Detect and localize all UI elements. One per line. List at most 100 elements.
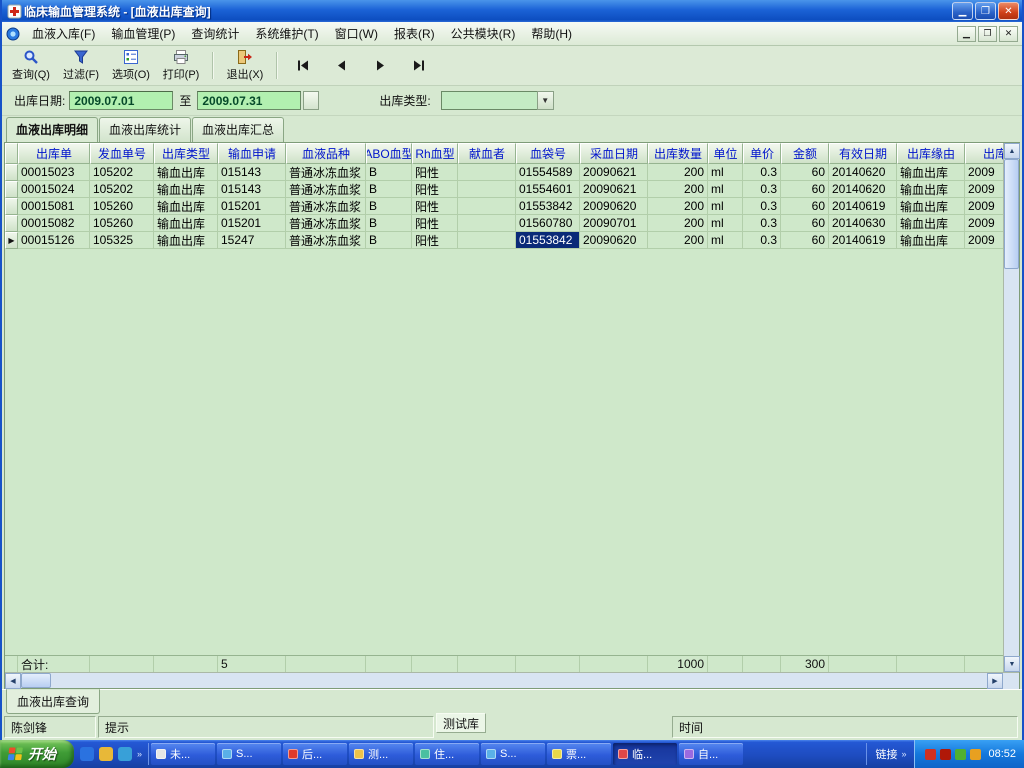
column-header-16[interactable]: 出库 — [965, 143, 1003, 164]
options-button[interactable]: 选项(O) — [106, 48, 156, 83]
taskbar-task-8[interactable]: 自... — [679, 743, 744, 765]
menu-item-5[interactable]: 报表(R) — [386, 22, 443, 45]
cell[interactable]: 200 — [648, 164, 708, 181]
taskbar-task-5[interactable]: S... — [481, 743, 546, 765]
table-row[interactable]: ▶ 00015126 105325 输血出库 15247 普通冰冻血浆 B 阳性 0155384… — [5, 232, 1003, 249]
child-close-button[interactable]: ✕ — [999, 25, 1018, 42]
cell[interactable]: 20090620 — [580, 232, 648, 249]
cell[interactable]: 阳性 — [412, 181, 458, 198]
cell[interactable]: 普通冰冻血浆 — [286, 215, 366, 232]
cell[interactable]: 105260 — [90, 215, 154, 232]
links-toolbar[interactable]: 链接 » — [866, 743, 914, 765]
outbound-type-combobox[interactable]: ▼ — [440, 91, 554, 110]
cell[interactable]: 2009 — [965, 164, 1003, 181]
date-to-input[interactable] — [197, 91, 302, 110]
column-header-15[interactable]: 出库缘由 — [897, 143, 965, 164]
cell[interactable]: 输血出库 — [154, 215, 218, 232]
child-restore-button[interactable]: ❐ — [978, 25, 997, 42]
cell[interactable]: 00015024 — [18, 181, 90, 198]
close-button[interactable]: ✕ — [998, 2, 1019, 20]
cell[interactable]: 60 — [781, 232, 829, 249]
start-button[interactable]: 开始 — [0, 740, 74, 768]
cell[interactable]: B — [366, 215, 412, 232]
cell[interactable]: 20140619 — [829, 232, 897, 249]
cell[interactable]: 200 — [648, 232, 708, 249]
taskbar-task-3[interactable]: 测... — [349, 743, 414, 765]
cell[interactable]: 00015126 — [18, 232, 90, 249]
cell[interactable] — [458, 181, 516, 198]
cell[interactable]: 60 — [781, 215, 829, 232]
cell[interactable]: 01553842 — [516, 198, 580, 215]
cell[interactable]: 普通冰冻血浆 — [286, 232, 366, 249]
column-header-2[interactable]: 出库类型 — [154, 143, 218, 164]
cell[interactable]: 015201 — [218, 198, 286, 215]
minimize-button[interactable]: ▁ — [952, 2, 973, 20]
cell[interactable]: 20140630 — [829, 215, 897, 232]
cell[interactable]: 输血出库 — [154, 181, 218, 198]
cell[interactable]: 200 — [648, 215, 708, 232]
taskbar-task-1[interactable]: S... — [217, 743, 282, 765]
cell[interactable]: 0.3 — [743, 232, 781, 249]
taskbar-task-4[interactable]: 住... — [415, 743, 480, 765]
table-row[interactable]: 00015023 105202 输血出库 015143 普通冰冻血浆 B 阳性 0155458… — [5, 164, 1003, 181]
tray-icon-4[interactable] — [970, 748, 982, 760]
cell[interactable]: 01554589 — [516, 164, 580, 181]
column-header-0[interactable]: 出库单 — [18, 143, 90, 164]
menu-item-1[interactable]: 输血管理(P) — [103, 22, 183, 45]
cell[interactable]: 00015081 — [18, 198, 90, 215]
cell[interactable]: 200 — [648, 198, 708, 215]
menu-item-3[interactable]: 系统维护(T) — [247, 22, 326, 45]
cell[interactable]: 阳性 — [412, 232, 458, 249]
taskbar-task-2[interactable]: 后... — [283, 743, 348, 765]
column-header-5[interactable]: ABO血型 — [366, 143, 412, 164]
column-header-12[interactable]: 单价 — [743, 143, 781, 164]
menu-item-7[interactable]: 帮助(H) — [523, 22, 580, 45]
cell[interactable]: 105202 — [90, 164, 154, 181]
cell[interactable]: 阳性 — [412, 164, 458, 181]
cell[interactable]: 015201 — [218, 215, 286, 232]
restore-button[interactable]: ❐ — [975, 2, 996, 20]
quick-launch-icon-1[interactable] — [80, 747, 94, 761]
cell[interactable]: 20090620 — [580, 198, 648, 215]
column-header-9[interactable]: 采血日期 — [580, 143, 648, 164]
cell[interactable] — [458, 164, 516, 181]
cell[interactable]: 2009 — [965, 232, 1003, 249]
cell[interactable]: 20140620 — [829, 164, 897, 181]
cell[interactable]: 0.3 — [743, 181, 781, 198]
cell[interactable]: 阳性 — [412, 198, 458, 215]
table-row[interactable]: 00015082 105260 输血出库 015201 普通冰冻血浆 B 阳性 0156078… — [5, 215, 1003, 232]
cell[interactable]: 普通冰冻血浆 — [286, 181, 366, 198]
cell[interactable]: 60 — [781, 198, 829, 215]
cell[interactable]: B — [366, 232, 412, 249]
cell[interactable]: 60 — [781, 181, 829, 198]
cell[interactable]: 15247 — [218, 232, 286, 249]
cell[interactable]: 输血出库 — [897, 181, 965, 198]
row-indicator[interactable] — [5, 198, 18, 215]
cell[interactable]: 01560780 — [516, 215, 580, 232]
cell[interactable]: 00015082 — [18, 215, 90, 232]
tab-0[interactable]: 血液出库明细 — [6, 117, 99, 142]
cell[interactable]: 20090621 — [580, 181, 648, 198]
cell[interactable]: 2009 — [965, 181, 1003, 198]
cell[interactable]: 阳性 — [412, 215, 458, 232]
cell[interactable]: 105325 — [90, 232, 154, 249]
cell[interactable]: 20140620 — [829, 181, 897, 198]
tray-icon-2[interactable] — [940, 748, 952, 760]
column-header-8[interactable]: 血袋号 — [516, 143, 580, 164]
print-button[interactable]: 打印(P) — [156, 48, 206, 83]
scroll-right-icon[interactable]: ▶ — [987, 673, 1003, 689]
chevron-right-icon[interactable]: » — [137, 749, 142, 759]
column-header-13[interactable]: 金额 — [781, 143, 829, 164]
tray-icon-3[interactable] — [955, 748, 967, 760]
cell[interactable]: ml — [708, 215, 743, 232]
taskbar-task-7[interactable]: 临... — [613, 743, 678, 765]
query-button[interactable]: 查询(Q) — [6, 48, 56, 83]
bottom-tab-query[interactable]: 血液出库查询 — [6, 689, 101, 714]
cell[interactable]: 60 — [781, 164, 829, 181]
menu-item-4[interactable]: 窗口(W) — [327, 22, 386, 45]
cell[interactable]: 20090701 — [580, 215, 648, 232]
scroll-up-icon[interactable]: ▲ — [1004, 143, 1020, 159]
column-header-3[interactable]: 输血申请 — [218, 143, 286, 164]
cell[interactable]: 015143 — [218, 164, 286, 181]
cell[interactable]: ml — [708, 232, 743, 249]
